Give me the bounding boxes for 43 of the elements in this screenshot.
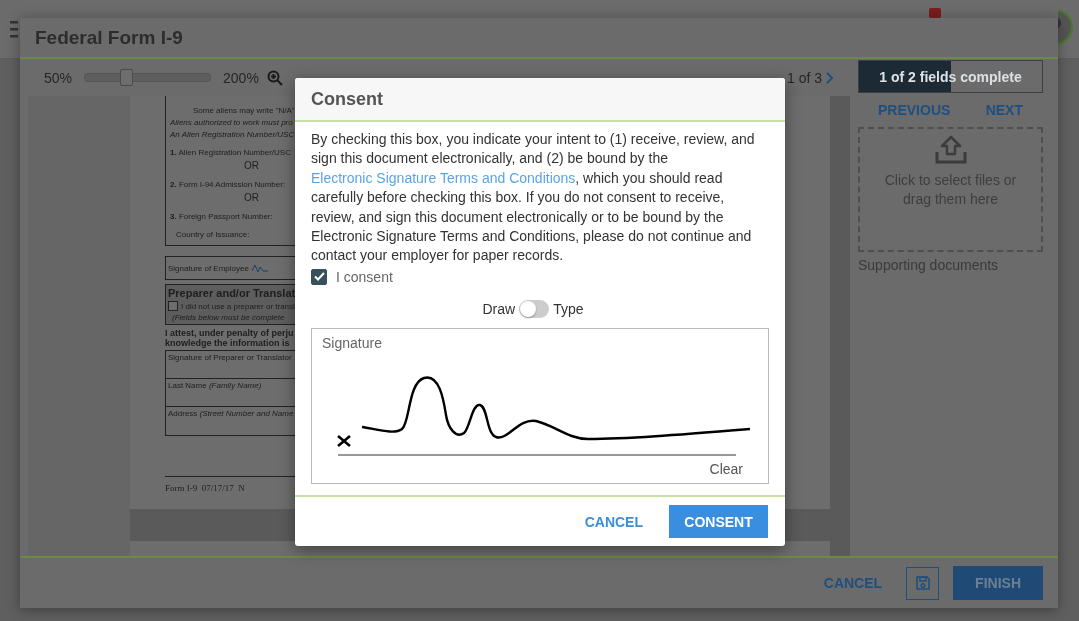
slider-thumb[interactable] xyxy=(120,69,134,86)
window-title: Federal Form I-9 xyxy=(35,26,183,49)
consent-checkbox[interactable] xyxy=(311,268,327,285)
form-text: OR xyxy=(243,192,260,203)
form-text: 1. Alien Registration Number/USC xyxy=(169,148,292,157)
notification-icon[interactable] xyxy=(929,8,941,18)
dialog-title: Consent xyxy=(311,88,383,110)
section-heading: Preparer and/or Translat xyxy=(168,287,297,299)
draw-type-toggle[interactable] xyxy=(519,299,550,318)
clear-button[interactable]: Clear xyxy=(709,460,758,477)
form-text: Country of Issuance: xyxy=(175,230,251,239)
draw-label: Draw xyxy=(482,300,516,317)
form-text: OR xyxy=(243,160,260,171)
previous-button[interactable]: PREVIOUS xyxy=(878,102,951,118)
signature-pad[interactable]: Signature Clear xyxy=(311,327,769,484)
dialog-cancel-button[interactable]: CANCEL xyxy=(584,505,643,538)
type-label: Type xyxy=(553,300,584,317)
zoom-max-label: 200% xyxy=(223,69,259,86)
form-text: Aliens authorized to work must pro xyxy=(169,118,294,127)
finish-button[interactable]: FINISH xyxy=(953,566,1043,600)
form-text: 3. Foreign Passport Number: xyxy=(169,212,274,221)
form-text: 2. Form I-94 Admission Number: xyxy=(169,180,287,189)
page-indicator: 1 of 3 xyxy=(786,69,822,86)
form-text: I attest, under penalty of perju xyxy=(165,328,294,338)
signature-scribble-icon xyxy=(251,263,268,273)
signature-label: Signature xyxy=(322,334,382,351)
chevron-right-icon[interactable] xyxy=(826,71,834,84)
upload-icon xyxy=(933,135,968,165)
consent-button[interactable]: CONSENT xyxy=(669,505,768,538)
consent-paragraph: By checking this box, you indicate your intent to (1) receive, review, and sign this document electronically, and (2) be bound by the Electronic Signature Terms and Conditions, which you should read carefully before checking this box. If you do not consent to receive, review, and sign this document electronically or to be bound by the Electronic Signature Terms and Conditions, please do not continue and contact your employer for paper records. xyxy=(311,130,755,266)
zoom-min-label: 50% xyxy=(44,69,73,86)
form-checkbox[interactable] xyxy=(168,301,178,311)
cancel-button[interactable]: CANCEL xyxy=(813,567,893,599)
consent-label: I consent xyxy=(336,268,393,285)
next-button[interactable]: NEXT xyxy=(985,102,1023,118)
form-field: Address (Street Number and Name xyxy=(166,407,306,435)
menu-icon[interactable] xyxy=(10,19,18,39)
save-button[interactable] xyxy=(906,566,940,600)
zoom-in-icon[interactable] xyxy=(266,69,283,86)
form-text: knowledge the information is xyxy=(165,338,290,348)
progress-bar: 1 of 2 fields complete xyxy=(858,60,1043,93)
form-text: An Alien Registration Number/USC xyxy=(169,130,296,139)
form-text: Some aliens may write "N/A" xyxy=(192,106,296,115)
